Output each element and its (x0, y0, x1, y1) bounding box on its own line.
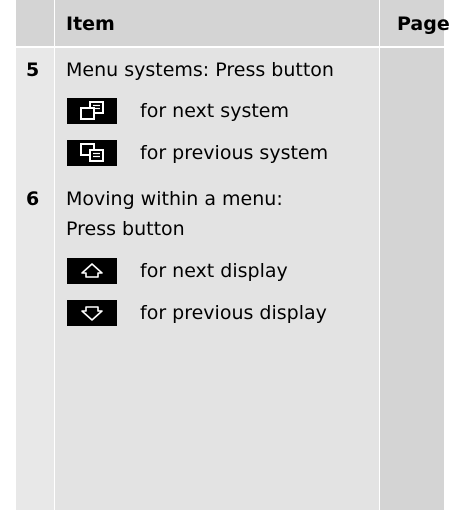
row-text: Moving within a menu: (66, 188, 283, 210)
button-label: for previous display (140, 302, 327, 324)
next-system-icon (67, 98, 117, 124)
button-label: for next display (140, 260, 288, 282)
row-number: 6 (26, 188, 40, 210)
previous-system-icon (67, 140, 117, 166)
header-item: Item (66, 13, 115, 35)
row-text: Press button (66, 218, 185, 240)
row-text: Menu systems: Press button (66, 59, 334, 81)
button-label: for next system (140, 100, 289, 122)
header-page: Page (397, 13, 450, 35)
row-number: 5 (26, 59, 40, 81)
column-divider (54, 0, 55, 510)
column-divider (379, 0, 380, 510)
table: Item Page 5 Menu systems: Press button f… (0, 0, 459, 510)
down-arrow-icon (67, 300, 117, 326)
button-label: for previous system (140, 142, 329, 164)
header-number-cell (16, 0, 54, 46)
up-arrow-icon (67, 258, 117, 284)
page-column (380, 0, 444, 510)
